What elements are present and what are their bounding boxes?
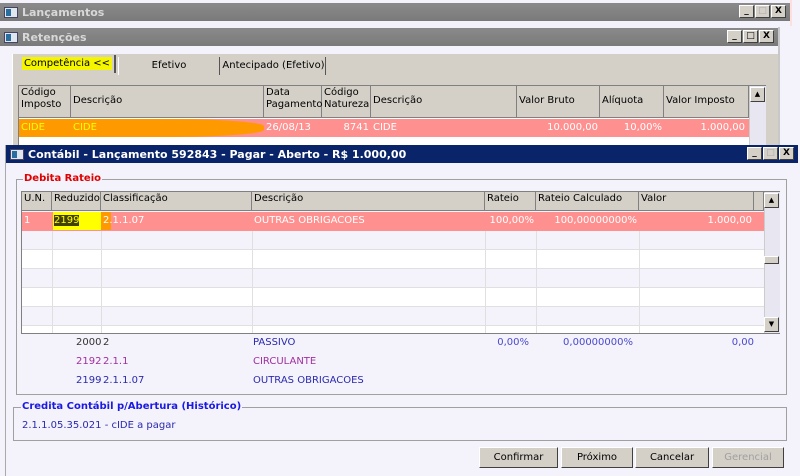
- close-button[interactable]: X: [759, 30, 774, 43]
- col-rateio[interactable]: Rateio: [485, 192, 536, 211]
- cell-rateio-calculado: 100,00000000%: [554, 215, 637, 226]
- retencoes-title: Retenções: [22, 30, 87, 44]
- minimize-button[interactable]: _: [747, 147, 762, 160]
- col-filler: [754, 192, 764, 211]
- contabil-title-bar[interactable]: Contábil - Lançamento 592843 - Pagar - A…: [6, 145, 798, 163]
- window-icon: [10, 148, 24, 160]
- col-rateio-calculado[interactable]: Rateio Calculado: [536, 192, 639, 211]
- col-descricao[interactable]: Descrição: [71, 86, 264, 118]
- debita-grid: U.N. Reduzido Classificação Descrição Ra…: [21, 191, 780, 334]
- empty-row[interactable]: [22, 269, 764, 288]
- tab-efetivo[interactable]: Efetivo: [118, 57, 220, 75]
- cell-reduzido[interactable]: 2199: [53, 212, 101, 230]
- table-row[interactable]: 1 2199 2.1.1.07 OUTRAS OBRIGACOES 100,00…: [22, 212, 764, 231]
- cell-natureza: 8741: [343, 122, 369, 133]
- hierarchy-reduzido: 2192: [76, 356, 102, 367]
- maximize-button[interactable]: □: [755, 5, 770, 18]
- scroll-thumb[interactable]: [764, 256, 779, 264]
- lancamentos-title-bar[interactable]: Lançamentos _ □ X: [0, 3, 790, 21]
- cell-valor-imposto: 1.000,00: [700, 122, 745, 133]
- col-valor[interactable]: Valor: [639, 192, 754, 211]
- col-classificacao[interactable]: Classificação: [101, 192, 252, 211]
- retencoes-window: Retenções _ □ X Competência << Efetivo A…: [0, 27, 780, 147]
- retencoes-grid: Código Imposto Descrição Data Pagamento …: [18, 85, 766, 147]
- grid-line: [639, 231, 640, 333]
- minimize-button[interactable]: _: [727, 30, 742, 43]
- scroll-up-button[interactable]: ▲: [764, 193, 779, 208]
- cell-rateio: 100,00%: [489, 215, 535, 226]
- col-descricao-2[interactable]: Descrição: [371, 86, 517, 118]
- hierarchy-reduzido: 2199: [76, 375, 102, 386]
- close-button[interactable]: X: [779, 147, 794, 160]
- cell-codigo: CIDE: [21, 122, 45, 133]
- col-valor-bruto[interactable]: Valor Bruto: [517, 86, 600, 118]
- empty-row[interactable]: [22, 231, 764, 250]
- grid-line: [485, 231, 486, 333]
- table-row[interactable]: CIDE CIDE 26/08/13 8741 CIDE 10.000,00 1…: [19, 119, 749, 137]
- contabil-window: Contábil - Lançamento 592843 - Pagar - A…: [5, 145, 800, 476]
- grid-line: [536, 231, 537, 333]
- col-un[interactable]: U.N.: [22, 192, 52, 211]
- cell-descricao: OUTRAS OBRIGACOES: [254, 215, 365, 226]
- cell-data: 26/08/13: [266, 122, 311, 133]
- cell-reduzido-text: 2199: [54, 215, 80, 226]
- highlight-mark: [19, 119, 264, 137]
- total-descricao: PASSIVO: [253, 337, 296, 348]
- col-aliquota[interactable]: Alíquota: [600, 86, 664, 118]
- scroll-down-button[interactable]: ▼: [764, 317, 779, 332]
- col-codigo-natureza[interactable]: Código Natureza: [322, 86, 371, 118]
- col-reduzido[interactable]: Reduzido: [52, 192, 101, 211]
- col-codigo-imposto[interactable]: Código Imposto: [19, 86, 71, 118]
- cell-valor-bruto: 10.000,00: [547, 122, 598, 133]
- maximize-button[interactable]: □: [763, 147, 778, 160]
- hierarchy-classificacao: 2.1.1: [103, 356, 129, 367]
- lancamentos-title: Lançamentos: [22, 5, 105, 19]
- total-rateio: 0,00%: [497, 337, 529, 348]
- gerencial-button[interactable]: Gerencial: [712, 447, 784, 468]
- grid-line: [252, 231, 253, 333]
- hierarchy-descricao: OUTRAS OBRIGACOES: [253, 375, 364, 386]
- cell-classificacao: 2.1.1.07: [101, 212, 146, 230]
- hierarchy-classificacao: 2.1.1.07: [103, 375, 145, 386]
- retencoes-title-bar[interactable]: Retenções _ □ X: [0, 28, 778, 46]
- maximize-button[interactable]: □: [743, 30, 758, 43]
- tab-competencia[interactable]: Competência <<: [20, 55, 116, 73]
- cell-descricao: CIDE: [73, 122, 97, 133]
- grid-line: [101, 231, 102, 333]
- minimize-button[interactable]: _: [739, 5, 754, 18]
- cell-valor: 1.000,00: [707, 215, 752, 226]
- debita-rateio-label: Debita Rateio: [23, 173, 102, 184]
- total-valor: 0,00: [731, 337, 754, 348]
- total-rateio-calculado: 0,00000000%: [563, 337, 633, 348]
- col-descricao[interactable]: Descrição: [252, 192, 485, 211]
- window-icon: [4, 31, 18, 43]
- empty-row[interactable]: [22, 326, 764, 333]
- lancamentos-window: Lançamentos _ □ X: [0, 0, 792, 26]
- credita-value: 2.1.1.05.35.021 - cIDE a pagar: [22, 420, 176, 431]
- proximo-button[interactable]: Próximo: [561, 447, 633, 468]
- cell-descricao-2: CIDE: [373, 122, 397, 133]
- hierarchy-descricao: CIRCULANTE: [253, 356, 317, 367]
- empty-row[interactable]: [22, 288, 764, 307]
- cell-un: 1: [24, 215, 31, 226]
- tab-antecipado[interactable]: Antecipado (Efetivo): [222, 57, 326, 75]
- credita-label: Credita Contábil p/Abertura (Histórico): [21, 401, 243, 412]
- confirmar-button[interactable]: Confirmar: [479, 447, 558, 468]
- cell-classificacao-text: 2.1.1.07: [103, 215, 145, 226]
- window-icon: [4, 6, 18, 18]
- empty-row[interactable]: [22, 307, 764, 326]
- grid-line: [52, 231, 53, 333]
- contabil-title: Contábil - Lançamento 592843 - Pagar - A…: [28, 147, 407, 161]
- cancelar-button[interactable]: Cancelar: [635, 447, 709, 468]
- col-valor-imposto[interactable]: Valor Imposto: [664, 86, 749, 118]
- col-data-pagamento[interactable]: Data Pagamento: [264, 86, 322, 118]
- scroll-up-button[interactable]: ▲: [750, 87, 765, 102]
- total-reduzido: 2000: [76, 337, 102, 348]
- cell-aliquota: 10,00%: [623, 122, 662, 133]
- empty-row[interactable]: [22, 250, 764, 269]
- close-button[interactable]: X: [771, 5, 786, 18]
- total-classificacao: 2: [103, 337, 110, 348]
